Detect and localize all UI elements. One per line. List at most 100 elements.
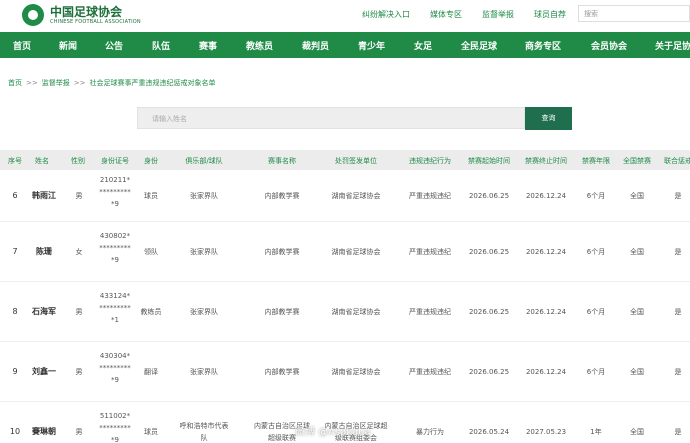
logo-title: 中国足球协会 <box>50 4 123 19</box>
crumb-report[interactable]: 监督举报 <box>42 79 70 87</box>
cell-years: 6个月 <box>586 368 606 376</box>
nav-news[interactable]: 新闻 <box>59 39 77 52</box>
nav-announcements[interactable]: 公告 <box>105 39 123 52</box>
crumb-home[interactable]: 首页 <box>8 79 22 87</box>
cell-event-line: 内部教学赛 <box>264 192 300 200</box>
cell-id-line: ********* <box>99 424 131 432</box>
nav-home[interactable]: 首页 <box>13 39 31 52</box>
cell-club-line: 张家界队 <box>190 368 218 376</box>
nav-grassroots[interactable]: 全民足球 <box>461 39 497 52</box>
cell-event: 内部教学赛 <box>265 306 300 318</box>
crumb-current: 社会足球赛事严重违规违纪惩戒对象名单 <box>89 79 216 87</box>
nav-referees[interactable]: 裁判员 <box>302 39 329 52</box>
nav-about[interactable]: 关于足协 <box>655 39 690 52</box>
cell-gender: 男 <box>75 428 83 436</box>
cell-id-line: ********* <box>99 244 131 252</box>
nav-youth[interactable]: 青少年 <box>358 39 385 52</box>
cell-start: 2026.06.25 <box>468 308 510 316</box>
cell-club: 张家界队 <box>190 306 218 318</box>
table-row: 9 刘鑫一 男 430304* ********* *9 翻译 张家界队 内部教学赛 湖南省足球协… <box>0 342 690 402</box>
main-nav: 首页 新闻 公告 队伍 赛事 教练员 裁判员 青少年 女足 全民足球 商务专区 … <box>0 32 690 58</box>
query-button[interactable]: 查询 <box>525 107 572 130</box>
cell-gender: 男 <box>75 192 83 200</box>
link-self-recommend[interactable]: 球员自荐 <box>534 9 566 20</box>
cell-id-line: ********* <box>99 304 131 312</box>
cell-years: 6个月 <box>586 308 606 316</box>
cell-years: 6个月 <box>586 192 606 200</box>
cell-id: 210211* ********* *9 <box>99 174 131 210</box>
name-search-input[interactable]: 请输入姓名 <box>137 107 525 129</box>
top-header: 中国足球协会 CHINESE FOOTBALL ASSOCIATION 纠纷解决… <box>0 0 690 32</box>
cell-id-line: ********* <box>99 364 131 372</box>
cell-issuer: 湖南省足球协会 <box>332 366 381 378</box>
cell-id-line: 433124* <box>99 292 131 300</box>
cell-name: 韩雨江 <box>32 191 56 200</box>
cell-event-line: 内部教学赛 <box>264 308 300 316</box>
cfa-logo[interactable]: 中国足球协会 CHINESE FOOTBALL ASSOCIATION <box>22 4 141 26</box>
cell-no: 8 <box>12 307 18 316</box>
th-name: 姓名 <box>35 157 49 165</box>
cell-national: 全国 <box>630 192 644 200</box>
cell-start: 2026.06.25 <box>468 192 510 200</box>
cell-club: 张家界队 <box>190 190 218 202</box>
nav-member-associations[interactable]: 会员协会 <box>591 39 627 52</box>
cell-id-line: *9 <box>111 376 119 384</box>
cell-id-line: 210211* <box>99 176 131 184</box>
cell-id: 433124* ********* *1 <box>99 290 131 326</box>
nav-teams[interactable]: 队伍 <box>152 39 170 52</box>
cell-id-line: 430304* <box>99 352 131 360</box>
table-row: 8 石海军 男 433124* ********* *1 教练员 张家界队 内部教学赛 湖南省足球… <box>0 282 690 342</box>
link-report[interactable]: 监督举报 <box>482 9 514 20</box>
cell-gender: 男 <box>75 368 83 376</box>
cell-name: 刘鑫一 <box>32 367 56 376</box>
cell-role: 球员 <box>144 428 158 436</box>
cell-id: 430802* ********* *9 <box>99 230 131 266</box>
cell-issuer-line: 湖南省足球协会 <box>331 192 381 200</box>
cell-id-line: *9 <box>111 200 119 208</box>
cell-issuer: 湖南省足球协会 <box>332 306 381 318</box>
th-role: 身份 <box>144 157 158 165</box>
link-media[interactable]: 媒体专区 <box>430 9 462 20</box>
cell-violation: 严重违规违纪 <box>409 248 451 256</box>
cell-years: 6个月 <box>586 248 606 256</box>
cell-joint: 是 <box>674 308 682 316</box>
cell-end: 2026.12.24 <box>525 192 567 200</box>
cell-club-line: 队 <box>200 434 208 442</box>
cfa-emblem-icon <box>22 4 44 26</box>
nav-coaches[interactable]: 教练员 <box>246 39 273 52</box>
cell-event: 内部教学赛 <box>265 190 300 202</box>
nav-womens[interactable]: 女足 <box>414 39 432 52</box>
cell-event: 内部教学赛 <box>265 246 300 258</box>
th-gender: 性别 <box>71 157 85 165</box>
cell-event: 内部教学赛 <box>265 366 300 378</box>
cell-issuer-line: 湖南省足球协会 <box>331 248 381 256</box>
cell-joint: 是 <box>674 192 682 200</box>
cell-role: 领队 <box>144 248 158 256</box>
logo-subtitle: CHINESE FOOTBALL ASSOCIATION <box>50 18 141 25</box>
cell-gender: 男 <box>75 308 83 316</box>
cell-joint: 是 <box>674 368 682 376</box>
cell-id: 430304* ********* *9 <box>99 350 131 386</box>
cell-violation: 严重违规违纪 <box>409 308 451 316</box>
cell-issuer-line: 湖南省足球协会 <box>331 368 381 376</box>
nav-competitions[interactable]: 赛事 <box>199 39 217 52</box>
cell-end: 2027.05.23 <box>525 428 567 436</box>
table-row: 7 陈珊 女 430802* ********* *9 领队 张家界队 内部教学赛 湖南省足球协会… <box>0 222 690 282</box>
cell-id: 511002* ********* *9 <box>99 410 131 443</box>
cell-end: 2026.12.24 <box>525 308 567 316</box>
cell-issuer-line: 湖南省足球协会 <box>331 308 381 316</box>
th-joint: 联合惩戒 <box>664 157 690 165</box>
cell-club-line: 呼和浩特市代表 <box>179 422 229 430</box>
cell-role: 教练员 <box>140 308 162 316</box>
site-search-input[interactable]: 搜索 <box>578 5 690 22</box>
cell-club-line: 张家界队 <box>190 192 218 200</box>
cell-violation: 暴力行为 <box>416 428 444 436</box>
nav-business[interactable]: 商务专区 <box>525 39 561 52</box>
cell-violation: 严重违规违纪 <box>409 368 451 376</box>
link-dispute[interactable]: 纠纷解决入口 <box>362 9 410 20</box>
cell-no: 6 <box>12 191 18 200</box>
cell-name: 陈珊 <box>36 247 52 256</box>
cell-national: 全国 <box>630 248 644 256</box>
th-no: 序号 <box>8 157 22 165</box>
th-id: 身份证号 <box>101 157 129 165</box>
